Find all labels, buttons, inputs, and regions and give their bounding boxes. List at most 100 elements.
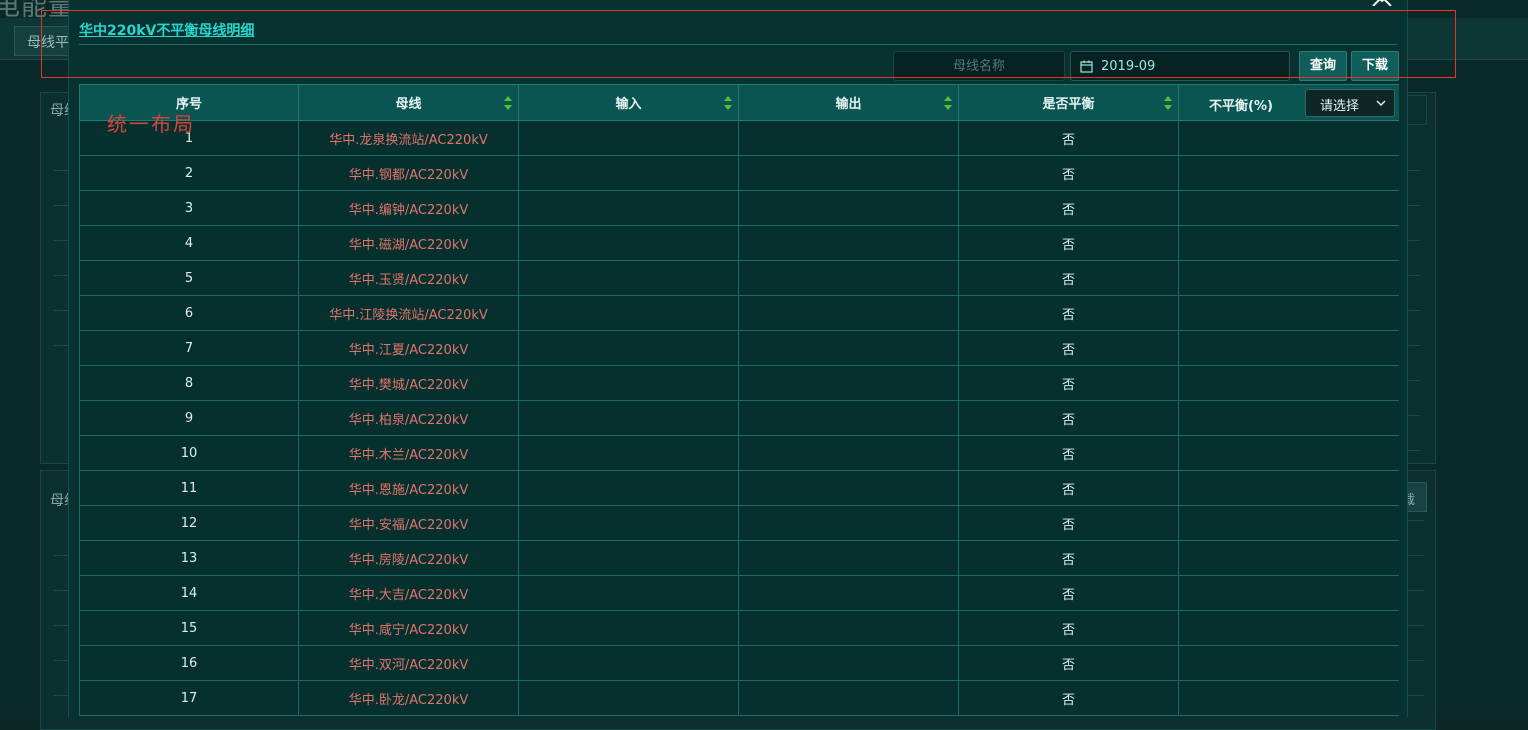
cell-output [738, 365, 959, 401]
cell-unbalance [1178, 505, 1399, 541]
table-row[interactable]: 5 华中.玉贤/AC220kV 否 [79, 260, 1399, 296]
cell-output [738, 610, 959, 646]
chevron-down-icon [1376, 100, 1386, 106]
cell-balanced: 否 [958, 400, 1179, 436]
cell-unbalance [1178, 155, 1399, 191]
cell-balanced: 否 [958, 645, 1179, 681]
query-button[interactable]: 查询 [1299, 51, 1347, 81]
close-icon[interactable] [1371, 0, 1393, 6]
cell-output [738, 225, 959, 261]
column-header-output[interactable]: 输出 [738, 84, 959, 121]
column-header-bus[interactable]: 母线 [298, 84, 519, 121]
cell-index: 4 [79, 225, 299, 261]
cell-index: 9 [79, 400, 299, 436]
cell-unbalance [1178, 365, 1399, 401]
calendar-icon [1080, 60, 1093, 73]
cell-balanced: 否 [958, 155, 1179, 191]
table-row[interactable]: 9 华中.柏泉/AC220kV 否 [79, 400, 1399, 436]
table-header-row: 序号 母线 输入 输出 是否平衡 不平衡(%) 请选择 [79, 84, 1399, 121]
sort-icon[interactable] [1164, 94, 1172, 112]
cell-index: 5 [79, 260, 299, 296]
download-button[interactable]: 下载 [1351, 51, 1399, 81]
cell-unbalance [1178, 330, 1399, 366]
cell-balanced: 否 [958, 190, 1179, 226]
cell-output [738, 505, 959, 541]
cell-index: 7 [79, 330, 299, 366]
cell-bus: 华中.磁湖/AC220kV [298, 225, 519, 261]
cell-bus: 华中.龙泉换流站/AC220kV [298, 120, 519, 156]
cell-unbalance [1178, 645, 1399, 681]
sort-icon[interactable] [504, 94, 512, 112]
cell-output [738, 540, 959, 576]
table-row[interactable]: 8 华中.樊城/AC220kV 否 [79, 365, 1399, 401]
cell-unbalance [1178, 680, 1399, 716]
cell-output [738, 680, 959, 716]
cell-bus: 华中.木兰/AC220kV [298, 435, 519, 471]
table-row[interactable]: 11 华中.恩施/AC220kV 否 [79, 470, 1399, 506]
cell-input [518, 190, 739, 226]
cell-input [518, 645, 739, 681]
table-row[interactable]: 12 华中.安福/AC220kV 否 [79, 505, 1399, 541]
cell-bus: 华中.江陵换流站/AC220kV [298, 295, 519, 331]
cell-input [518, 400, 739, 436]
cell-index: 3 [79, 190, 299, 226]
cell-input [518, 680, 739, 716]
cell-balanced: 否 [958, 330, 1179, 366]
column-header-balanced[interactable]: 是否平衡 [958, 84, 1179, 121]
table-body: 1 华中.龙泉换流站/AC220kV 否 2 华中.钢都/AC220kV 否 3 华中.编钟/… [79, 120, 1399, 716]
table-row[interactable]: 1 华中.龙泉换流站/AC220kV 否 [79, 120, 1399, 156]
bus-name-search-input[interactable] [893, 51, 1065, 81]
table-row[interactable]: 16 华中.双河/AC220kV 否 [79, 645, 1399, 681]
cell-unbalance [1178, 470, 1399, 506]
table-row[interactable]: 3 华中.编钟/AC220kV 否 [79, 190, 1399, 226]
cell-output [738, 435, 959, 471]
cell-balanced: 否 [958, 365, 1179, 401]
cell-output [738, 190, 959, 226]
unbalance-filter-select[interactable]: 请选择 [1305, 89, 1395, 117]
table-row[interactable]: 4 华中.磁湖/AC220kV 否 [79, 225, 1399, 261]
table-row[interactable]: 14 华中.大吉/AC220kV 否 [79, 575, 1399, 611]
cell-input [518, 470, 739, 506]
cell-input [518, 365, 739, 401]
cell-input [518, 610, 739, 646]
cell-index: 12 [79, 505, 299, 541]
cell-index: 2 [79, 155, 299, 191]
cell-balanced: 否 [958, 225, 1179, 261]
cell-input [518, 540, 739, 576]
cell-bus: 华中.江夏/AC220kV [298, 330, 519, 366]
table-row[interactable]: 10 华中.木兰/AC220kV 否 [79, 435, 1399, 471]
cell-unbalance [1178, 540, 1399, 576]
cell-index: 16 [79, 645, 299, 681]
cell-index: 10 [79, 435, 299, 471]
table-row[interactable]: 7 华中.江夏/AC220kV 否 [79, 330, 1399, 366]
sort-icon[interactable] [944, 94, 952, 112]
cell-balanced: 否 [958, 540, 1179, 576]
cell-balanced: 否 [958, 470, 1179, 506]
cell-balanced: 否 [958, 680, 1179, 716]
column-header-input[interactable]: 输入 [518, 84, 739, 121]
panel-label-top: 母线 [50, 103, 68, 119]
table-row[interactable]: 17 华中.卧龙/AC220kV 否 [79, 680, 1399, 716]
table-row[interactable]: 6 华中.江陵换流站/AC220kV 否 [79, 295, 1399, 331]
cell-index: 17 [79, 680, 299, 716]
cell-bus: 华中.大吉/AC220kV [298, 575, 519, 611]
cell-bus: 华中.樊城/AC220kV [298, 365, 519, 401]
table-row[interactable]: 15 华中.咸宁/AC220kV 否 [79, 610, 1399, 646]
cell-bus: 华中.咸宁/AC220kV [298, 610, 519, 646]
sort-icon[interactable] [724, 94, 732, 112]
date-value: 2019-09 [1101, 59, 1156, 74]
table-row[interactable]: 13 华中.房陵/AC220kV 否 [79, 540, 1399, 576]
month-date-picker[interactable]: 2019-09 [1070, 51, 1290, 81]
cell-unbalance [1178, 435, 1399, 471]
cell-bus: 华中.双河/AC220kV [298, 645, 519, 681]
cell-unbalance [1178, 400, 1399, 436]
cell-unbalance [1178, 575, 1399, 611]
cell-unbalance [1178, 295, 1399, 331]
cell-output [738, 295, 959, 331]
cell-unbalance [1178, 190, 1399, 226]
cell-bus: 华中.恩施/AC220kV [298, 470, 519, 506]
cell-input [518, 330, 739, 366]
cell-output [738, 155, 959, 191]
table-row[interactable]: 2 华中.钢都/AC220kV 否 [79, 155, 1399, 191]
cell-input [518, 505, 739, 541]
